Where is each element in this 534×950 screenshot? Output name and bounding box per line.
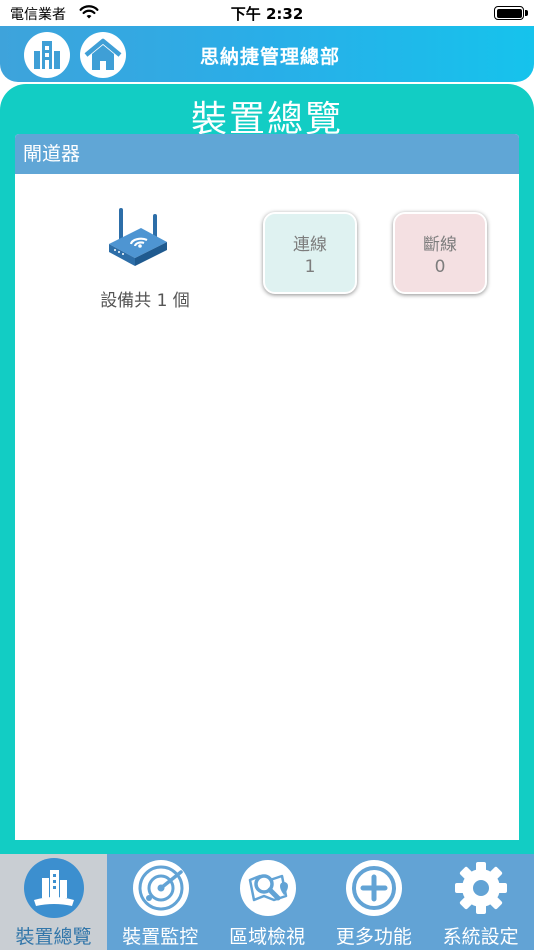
gateway-card: 閘道器 設備共 1 個 連線 1 斷線 0 bbox=[15, 134, 519, 840]
plus-icon bbox=[346, 860, 403, 916]
tab-more[interactable]: 更多功能 bbox=[320, 854, 427, 950]
home-button[interactable] bbox=[80, 32, 126, 78]
building-button[interactable] bbox=[24, 32, 70, 78]
tab-settings-label: 系統設定 bbox=[442, 926, 519, 948]
main-panel: 裝置總覽 閘道器 設備共 1 個 連線 1 斷線 0 bbox=[0, 84, 534, 854]
overview-icon bbox=[24, 858, 84, 918]
offline-label: 斷線 bbox=[423, 235, 457, 255]
battery-icon bbox=[494, 6, 528, 20]
home-icon bbox=[84, 38, 122, 70]
online-label: 連線 bbox=[293, 235, 327, 255]
tab-overview[interactable]: 裝置總覽 bbox=[0, 854, 107, 950]
offline-status-card[interactable]: 斷線 0 bbox=[393, 212, 487, 294]
tab-monitor-label: 裝置監控 bbox=[122, 926, 199, 948]
header-title: 思納捷管理總部 bbox=[199, 46, 340, 68]
tab-overview-label: 裝置總覽 bbox=[15, 926, 92, 948]
tab-area-label: 區域檢視 bbox=[229, 926, 306, 948]
tab-monitor[interactable]: 裝置監控 bbox=[107, 854, 214, 950]
tab-area[interactable]: 區域檢視 bbox=[214, 854, 321, 950]
online-status-card[interactable]: 連線 1 bbox=[263, 212, 357, 294]
device-count: 設備共 1 個 bbox=[100, 291, 190, 311]
building-icon bbox=[34, 41, 60, 69]
clock: 下午 2:32 bbox=[230, 5, 304, 23]
status-bar: 電信業者 下午 2:32 bbox=[0, 0, 534, 26]
offline-count: 0 bbox=[434, 257, 446, 277]
map-search-icon bbox=[239, 860, 296, 916]
online-count: 1 bbox=[304, 257, 316, 277]
section-title: 閘道器 bbox=[15, 134, 519, 174]
app-header: 思納捷管理總部 bbox=[0, 26, 534, 82]
radar-icon bbox=[132, 860, 189, 916]
tab-bar: 裝置總覽 裝置監控 區域檢視 更多功能 系統設定 bbox=[0, 854, 534, 950]
tab-settings[interactable]: 系統設定 bbox=[427, 854, 534, 950]
tab-more-label: 更多功能 bbox=[335, 926, 412, 948]
gear-icon bbox=[455, 862, 508, 914]
router-icon bbox=[109, 208, 167, 266]
